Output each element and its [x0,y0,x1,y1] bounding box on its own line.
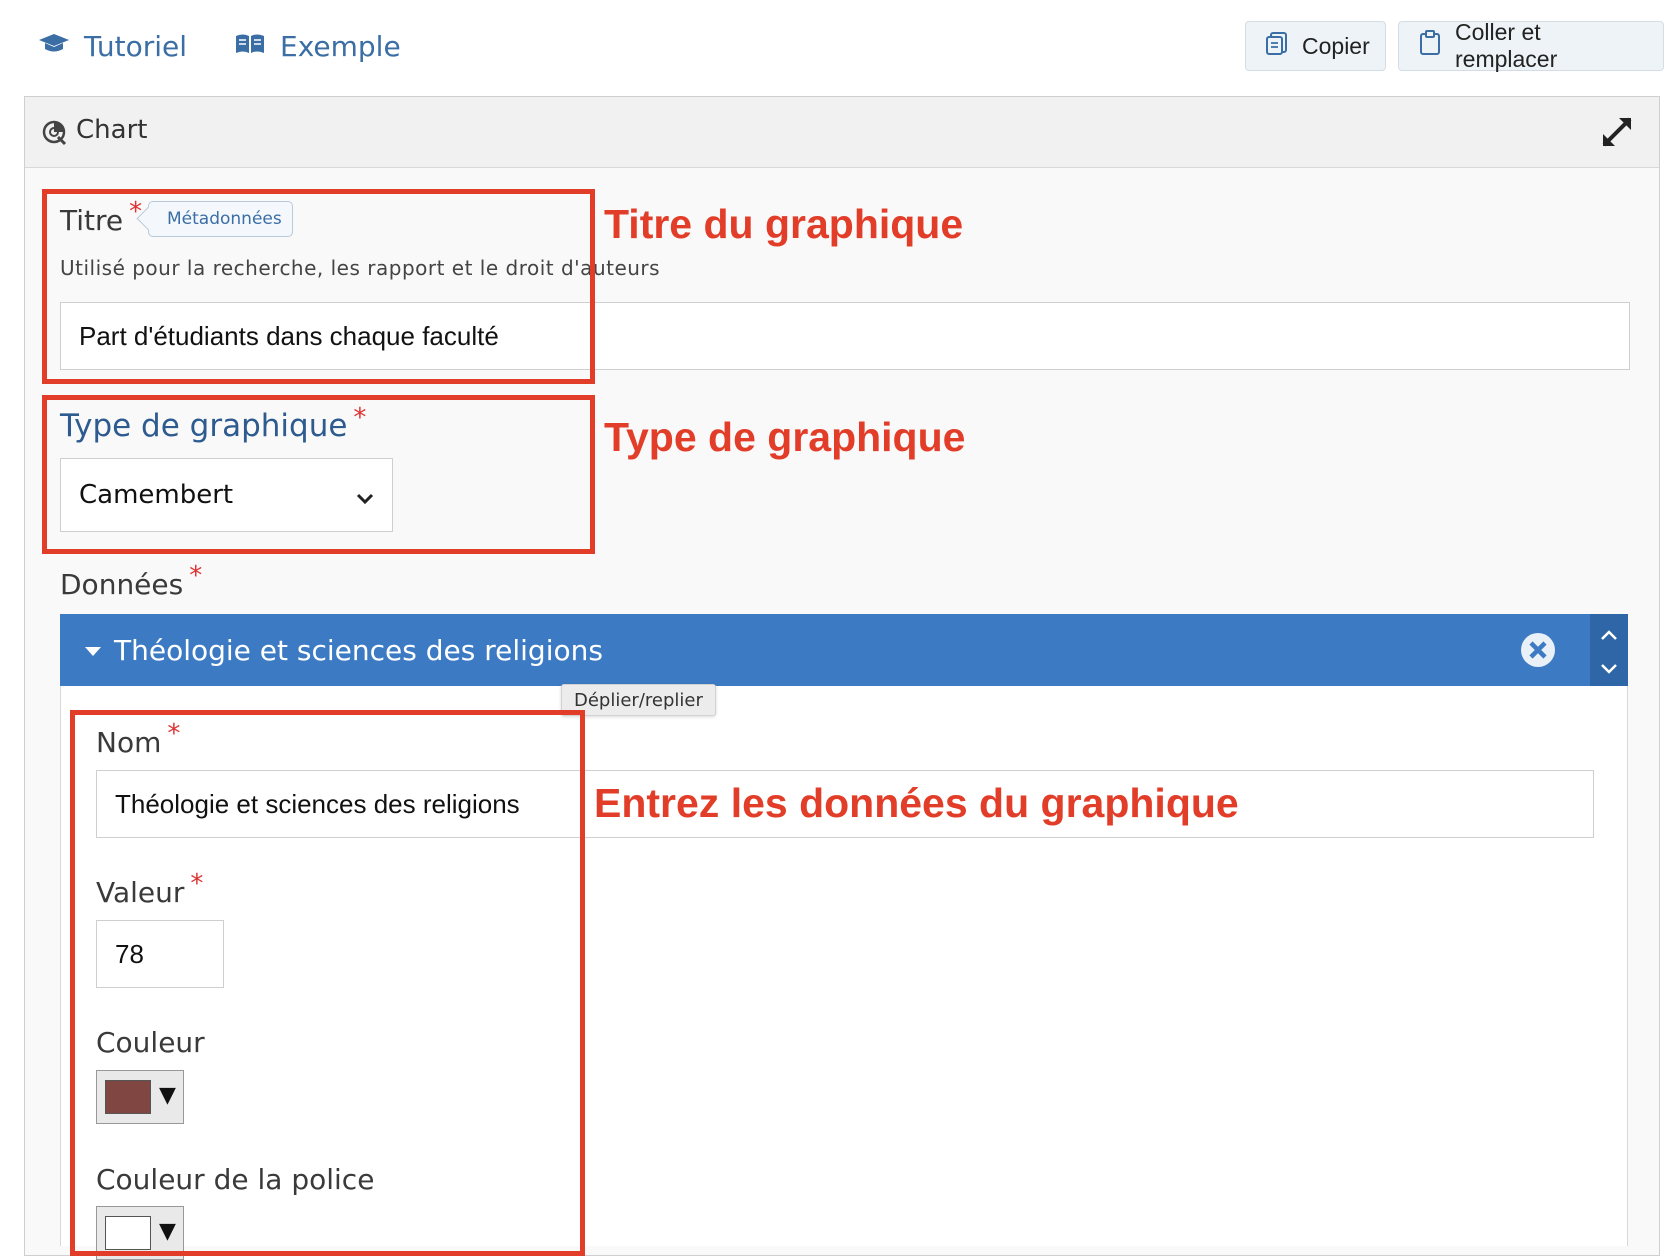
annotation-type: Type de graphique [604,414,966,460]
paste-replace-label: Coller et remplacer [1455,19,1558,72]
clipboard-icon [1417,30,1443,62]
tutorial-label: Tutoriel [84,30,188,63]
annotation-box-type [42,395,595,554]
copy-icon [1264,30,1290,62]
remove-item-icon[interactable] [1520,632,1556,672]
annotation-data: Entrez les données du graphique [594,780,1239,826]
chart-icon [41,119,69,151]
annotation-title: Titre du graphique [604,201,964,247]
panel-header: Chart [25,97,1659,168]
paste-replace-button[interactable]: Coller et remplacer [1398,19,1664,72]
caret-down-icon[interactable] [84,643,102,662]
open-book-icon [234,30,266,63]
required-marker: * [189,561,203,591]
tutorial-link[interactable]: Tutoriel [38,30,187,63]
data-item-title: Théologie et sciences des religions [114,634,603,667]
data-item-header[interactable]: Théologie et sciences des religions [60,614,1628,686]
annotation-box-data [70,710,585,1256]
annotation-box-title [42,189,595,384]
example-label: Exemple [280,30,401,63]
copy-label: Copier [1302,32,1370,59]
reorder-controls [1590,614,1628,686]
expand-icon[interactable] [1600,115,1634,153]
data-label: Données * [60,561,203,601]
example-link[interactable]: Exemple [234,30,401,63]
copy-button[interactable]: Copier [1245,21,1386,71]
graduation-cap-icon [38,30,70,63]
move-up-icon[interactable] [1600,626,1618,645]
panel-title: Chart [76,115,148,145]
move-down-icon[interactable] [1600,660,1618,679]
